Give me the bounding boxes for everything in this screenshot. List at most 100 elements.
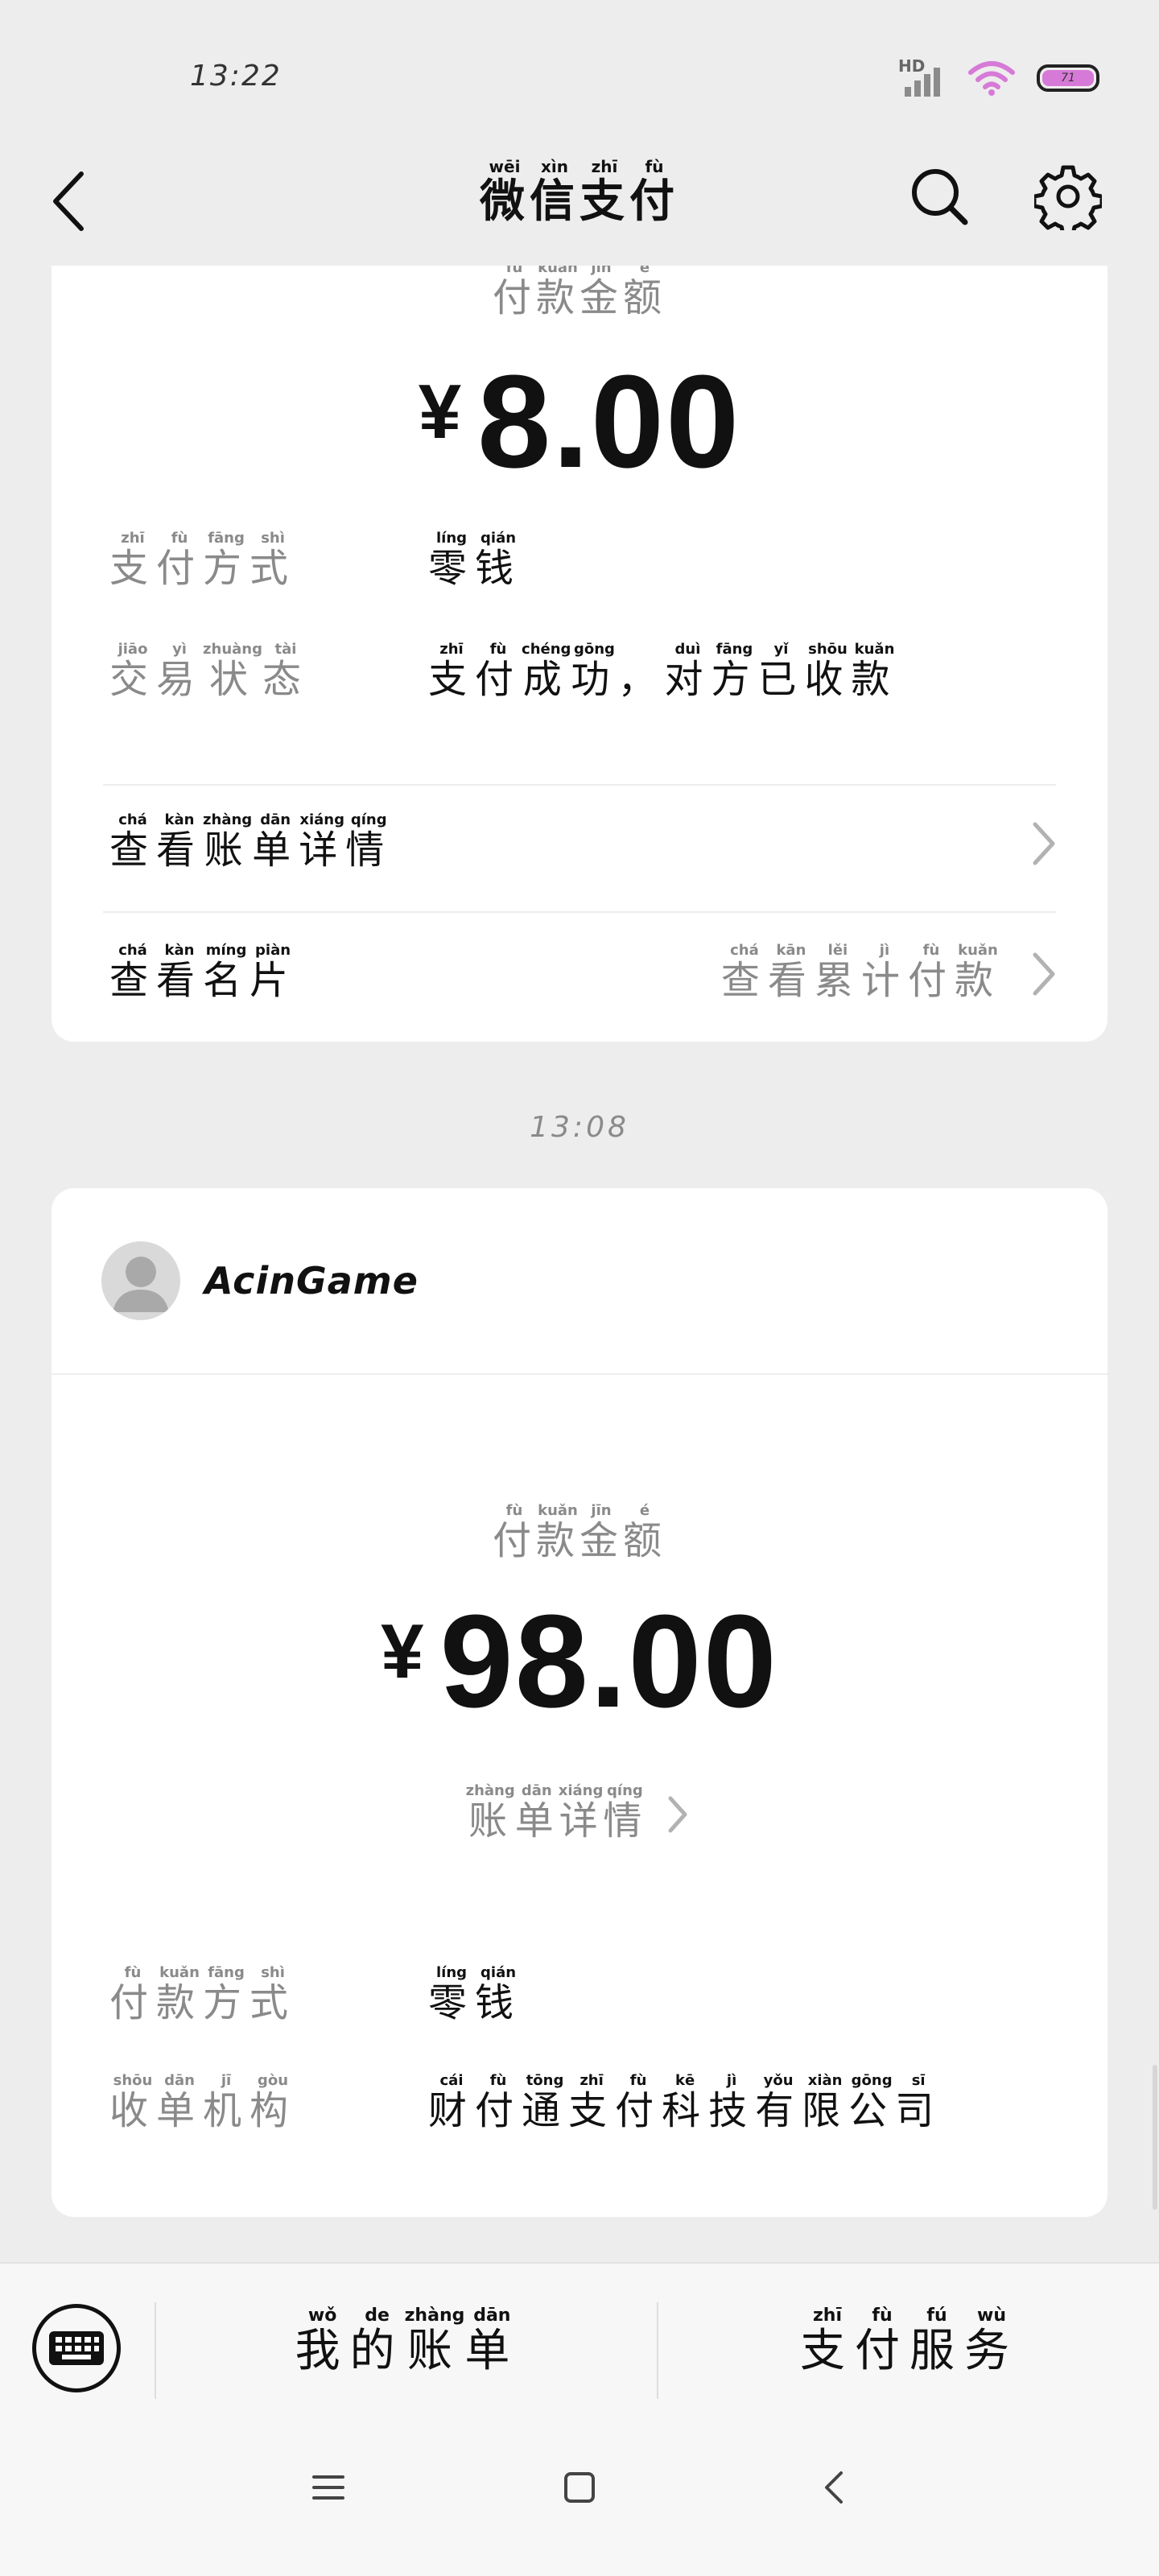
ruby-char: 账zhàng	[203, 811, 253, 873]
ruby-char: 方fāng	[203, 530, 250, 591]
row-key: 支zhī付fù方fāng式shì	[109, 530, 296, 592]
ruby-char: 查chá	[720, 942, 768, 1003]
ruby-char: 对duì	[664, 641, 711, 702]
ruby-char: 已yǐ	[757, 641, 805, 702]
ruby-char: 方fāng	[203, 1964, 250, 2025]
menu-icon	[312, 2475, 344, 2500]
ruby-char: 金jīn	[580, 1502, 624, 1563]
chevron-right-icon	[1033, 822, 1055, 865]
bill-detail-label: 账zhàng单dān详xiáng情qíng	[465, 1782, 647, 1845]
ruby-char: 查chá	[109, 942, 157, 1003]
ruby-char: 支zhī	[580, 157, 629, 228]
ruby-char: 零líng	[428, 1964, 476, 2025]
ruby-char: 付fù	[156, 530, 204, 591]
wifi-icon	[968, 61, 1015, 96]
ruby-char: 易yì	[156, 641, 204, 702]
amount-number: 8.00	[477, 348, 741, 495]
ruby-char: 付fù	[475, 641, 522, 702]
punctuation: ，	[617, 657, 665, 702]
ruby-char: 零líng	[428, 530, 476, 591]
page-title: 微wēi信xìn支zhī付fù	[0, 157, 1159, 230]
acquirer-row: 收shōu单dān机jī构gòu 财cái付fù通tōng支zhī付fù科kē技…	[109, 2072, 1050, 2138]
ruby-char: 款kuǎn	[535, 1502, 580, 1563]
amount-label: 付fù款kuǎn金jīn额é	[52, 266, 1107, 322]
settings-button[interactable]	[1032, 156, 1104, 237]
ruby-char: 片piàn	[250, 942, 297, 1003]
ruby-char: 看kān	[767, 942, 815, 1003]
ruby-char: 我wǒ	[295, 2306, 350, 2377]
payment-method-row: 支zhī付fù方fāng式shì 零líng钱qián	[109, 530, 1050, 596]
search-icon	[912, 169, 968, 225]
ruby-char: 付fù	[109, 1964, 157, 2025]
ruby-char: 详xiáng	[299, 811, 346, 873]
view-total-payments-link[interactable]: 查chá看kān累lěi计jì付fù款kuǎn	[720, 942, 1059, 1005]
ruby-char: 款kuǎn	[954, 942, 1001, 1003]
ruby-char: 付fù	[615, 2072, 662, 2133]
ruby-char: 方fāng	[711, 641, 758, 702]
payment-services-tab[interactable]: 支zhī付fù服fú务wù	[660, 2306, 1159, 2380]
ruby-char: 交jiāo	[109, 641, 157, 702]
avatar	[101, 1241, 180, 1320]
ruby-char: 付fù	[492, 1502, 536, 1563]
home-square-icon	[564, 2472, 595, 2503]
ruby-char: 查chá	[109, 811, 157, 873]
ruby-char: 计jì	[860, 942, 908, 1003]
ruby-char: 支zhī	[428, 641, 476, 702]
divider	[657, 2302, 658, 2407]
ruby-char: 服fú	[909, 2306, 964, 2377]
status-icons: HD 71	[898, 56, 1099, 97]
currency-symbol: ¥	[418, 369, 462, 455]
home-button[interactable]	[555, 2463, 604, 2512]
ruby-char: 式shì	[250, 1964, 297, 2025]
row-key: 付fù款kuǎn方fāng式shì	[109, 1964, 297, 2027]
view-business-card-link[interactable]: 查chá看kàn名míng片piàn 查chá看kān累lěi计jì付fù款ku…	[109, 926, 1059, 1022]
status-time: 13:22	[190, 60, 282, 93]
ruby-char: 成chéng	[522, 641, 571, 702]
transaction-status-row: 交jiāo易yì状zhuàng态tài 支zhī付fù成chéng功gōng，对…	[109, 641, 1050, 707]
ruby-char: 支zhī	[109, 530, 157, 591]
battery-level: 71	[1042, 70, 1094, 86]
message-timestamp: 13:08	[530, 1111, 629, 1144]
row-value: 财cái付fù通tōng支zhī付fù科kē技jì有yǒu限xiàn公gōng司…	[428, 2072, 942, 2135]
chevron-left-icon	[825, 2471, 843, 2504]
system-back-button[interactable]	[810, 2463, 858, 2512]
search-button[interactable]	[903, 156, 975, 237]
ruby-char: 限xiàn	[802, 2072, 849, 2133]
ruby-char: 务wù	[964, 2306, 1019, 2377]
bill-detail-link[interactable]: 账zhàng单dān详xiáng情qíng	[52, 1782, 1107, 1845]
amount-value: ¥98.00	[52, 1586, 1107, 1737]
ruby-char: 单dān	[156, 2072, 204, 2133]
ruby-char: 钱qián	[475, 530, 522, 591]
battery-icon: 71	[1037, 64, 1099, 92]
ruby-char: 账zhàng	[465, 1782, 515, 1843]
view-bill-detail-link[interactable]: 查chá看kàn账zhàng单dān详xiáng情qíng	[109, 795, 1059, 892]
ruby-char: 功gōng	[571, 641, 618, 702]
transaction-card: AcinGame 付fù款kuǎn金jīn额é ¥98.00 账zhàng单dā…	[52, 1188, 1107, 2217]
ruby-char: 财cái	[428, 2072, 476, 2133]
ruby-char: 款kuǎn	[851, 641, 898, 702]
ruby-char: 情qíng	[603, 1782, 647, 1843]
ruby-char: 单dān	[252, 811, 299, 873]
ruby-char: 构gòu	[250, 2072, 297, 2133]
ruby-char: 状zhuàng	[203, 641, 262, 702]
amount-value: ¥8.00	[52, 346, 1107, 497]
ruby-char: 科kē	[662, 2072, 709, 2133]
ruby-char: 账zhàng	[404, 2306, 465, 2377]
ruby-char: 付fù	[855, 2306, 909, 2377]
merchant-header[interactable]: AcinGame	[52, 1188, 1107, 1375]
my-bills-tab[interactable]: 我wǒ的de账zhàng单dān	[158, 2306, 657, 2380]
bottom-menu-bar: 我wǒ的de账zhàng单dān 支zhī付fù服fú务wù	[0, 2262, 1159, 2407]
ruby-char: 付fù	[492, 266, 536, 320]
ruby-char: 单dān	[464, 2306, 520, 2377]
keyboard-toggle-button[interactable]	[32, 2304, 121, 2392]
ruby-char: 详xiáng	[558, 1782, 604, 1843]
gear-icon	[1034, 165, 1102, 230]
divider	[103, 911, 1056, 913]
ruby-char: 技jì	[708, 2072, 756, 2133]
ruby-char: 通tōng	[522, 2072, 569, 2133]
ruby-char: 付fù	[907, 942, 955, 1003]
menu-button[interactable]	[304, 2463, 353, 2512]
scrollbar[interactable]	[1153, 2065, 1157, 2210]
ruby-char: 看kàn	[156, 811, 204, 873]
ruby-char: 支zhī	[800, 2306, 855, 2377]
